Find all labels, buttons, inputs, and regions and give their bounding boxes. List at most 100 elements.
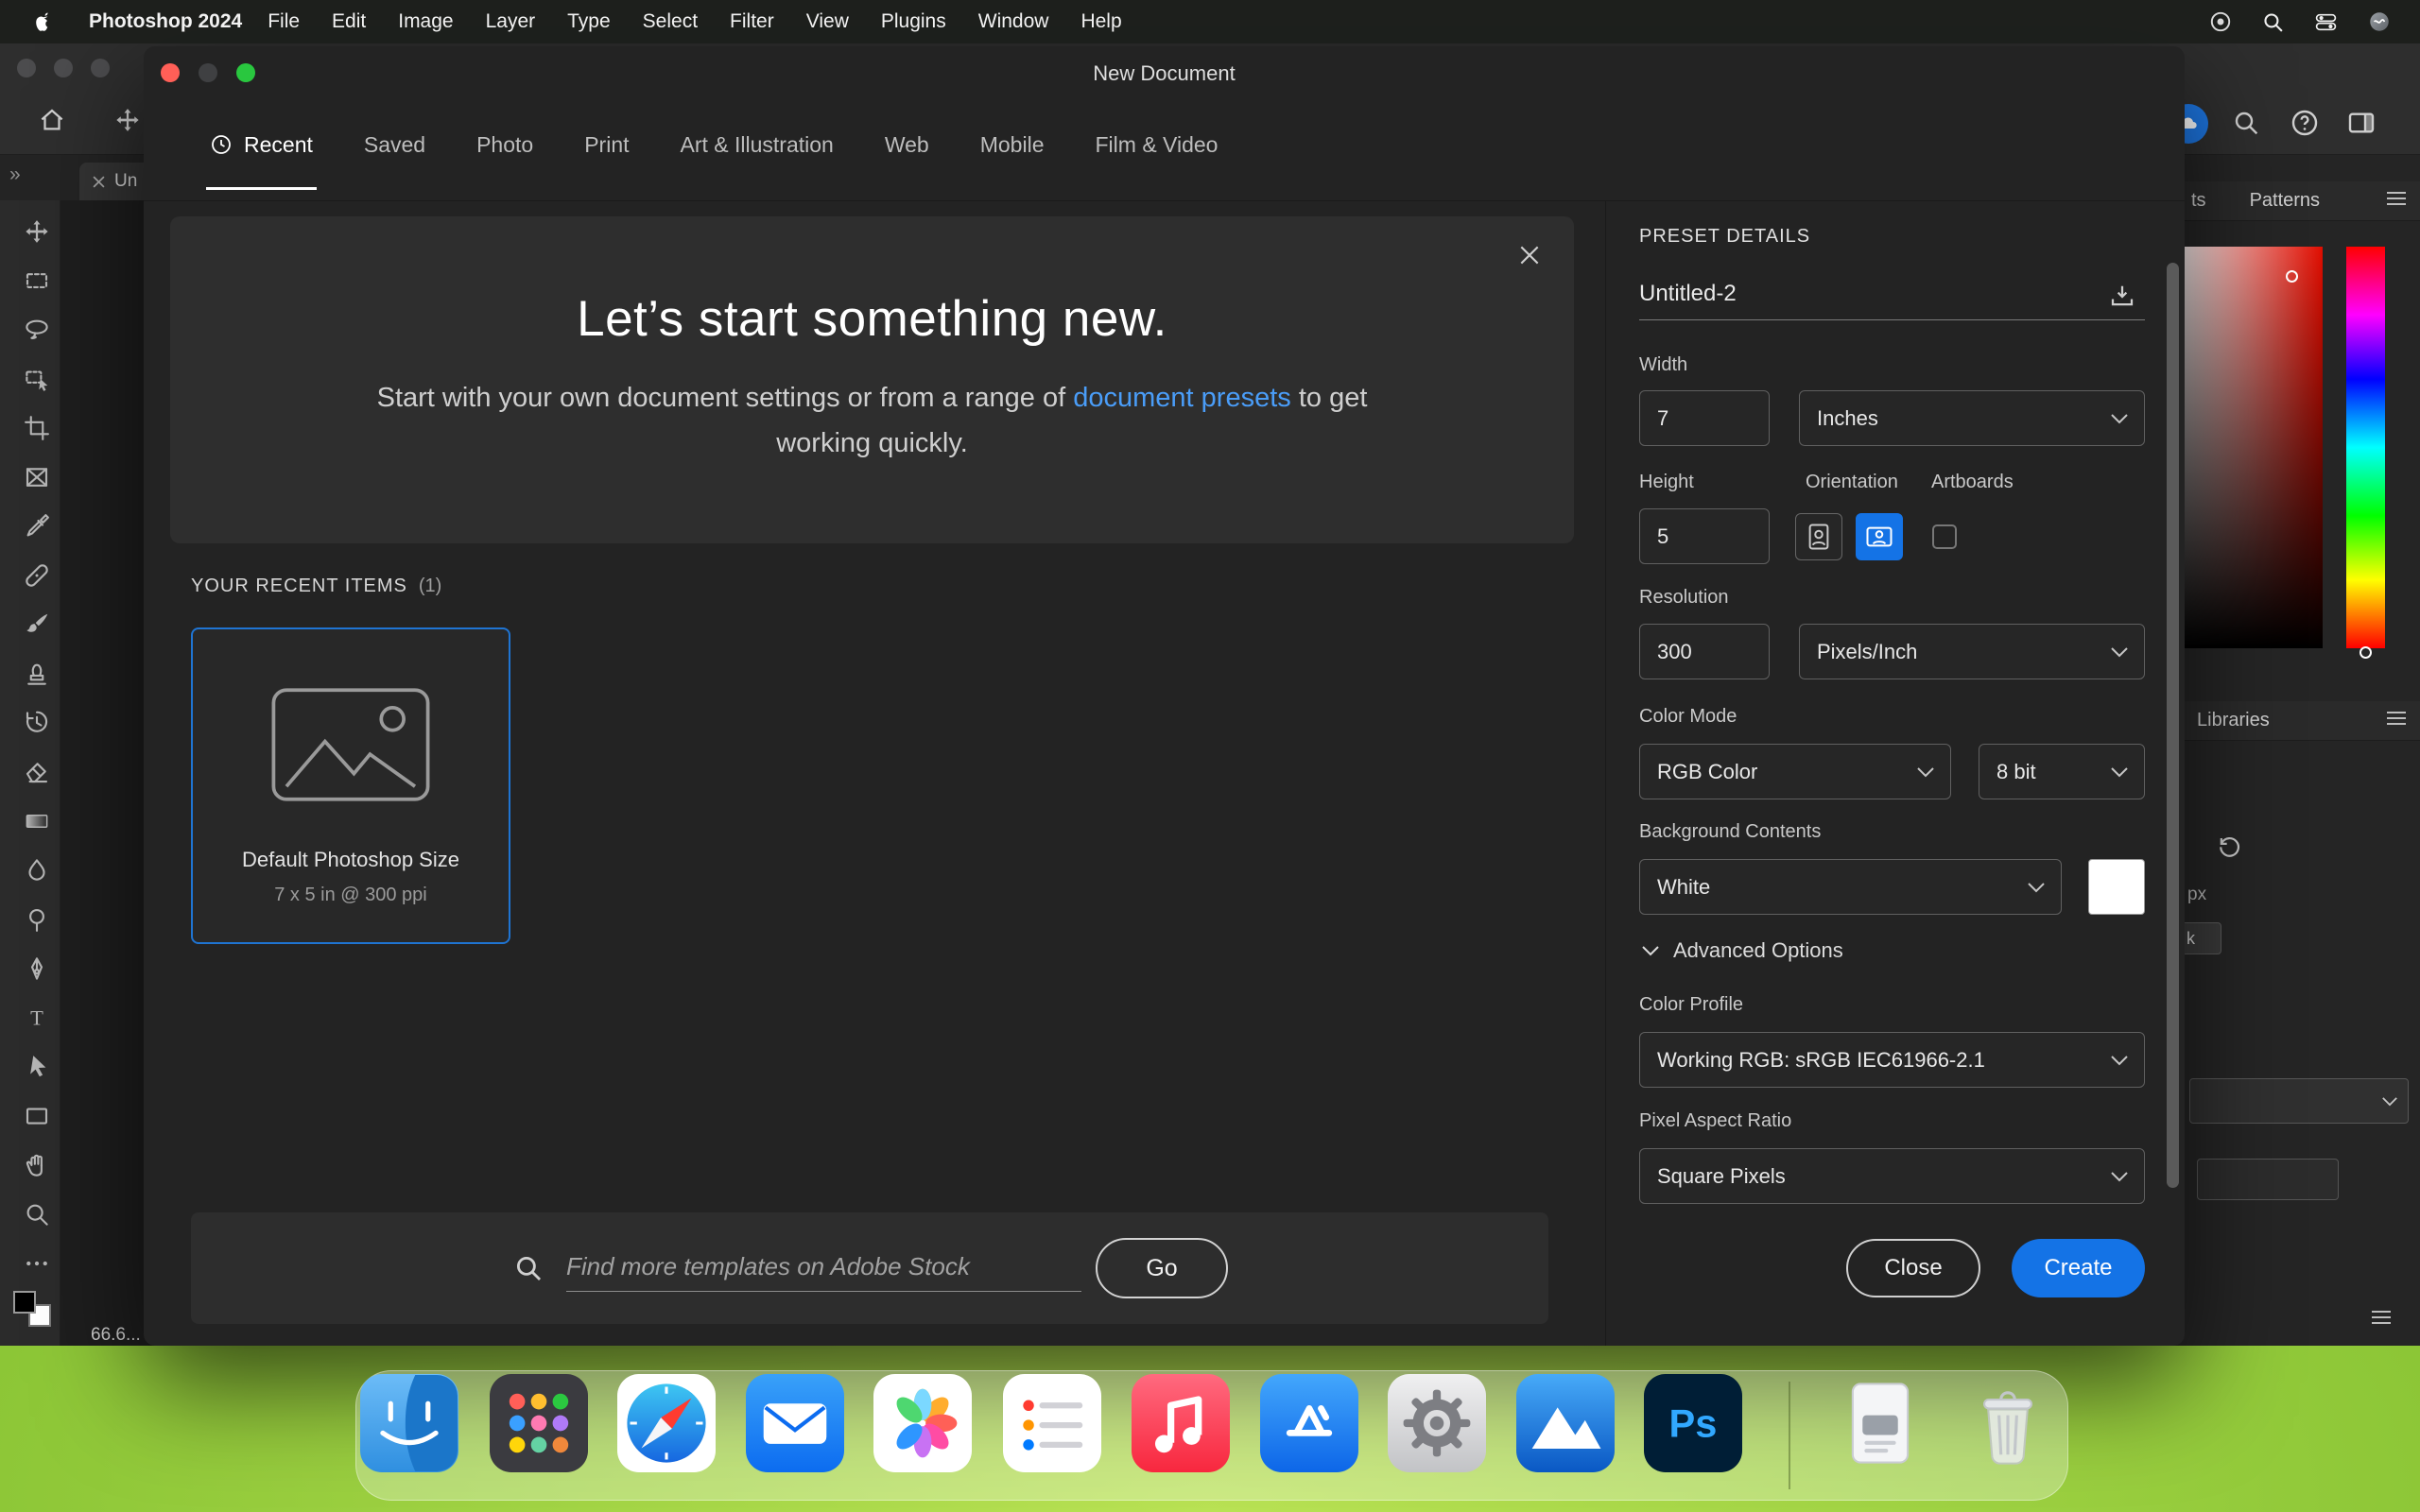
- libraries-menu-icon[interactable]: [2386, 710, 2407, 731]
- unit-dropdown[interactable]: Inches: [1799, 390, 2145, 446]
- template-search-input[interactable]: [566, 1243, 1081, 1292]
- gradients-tab-partial[interactable]: ts: [2191, 190, 2206, 212]
- help-icon[interactable]: [2290, 108, 2320, 143]
- menu-extra-icon[interactable]: [2208, 9, 2233, 34]
- document-dock-icon[interactable]: [1831, 1374, 1929, 1472]
- blue-mountains-app-dock-icon[interactable]: [1516, 1374, 1615, 1472]
- pixel-aspect-ratio-dropdown[interactable]: Square Pixels: [1639, 1148, 2145, 1204]
- tab-photo[interactable]: Photo: [476, 132, 533, 158]
- window-minimize-button[interactable]: [54, 59, 73, 77]
- menu-item-select[interactable]: Select: [627, 10, 714, 33]
- hue-slider-marker[interactable]: [2360, 646, 2372, 659]
- save-preset-icon[interactable]: [2108, 283, 2136, 316]
- clone-stamp-tool[interactable]: [15, 653, 59, 695]
- lasso-tool[interactable]: [15, 309, 59, 351]
- artboards-checkbox[interactable]: [1932, 524, 1957, 549]
- search-icon[interactable]: [2231, 108, 2261, 143]
- resolution-input[interactable]: 300: [1639, 624, 1770, 679]
- frame-tool[interactable]: [15, 456, 59, 498]
- foreground-color-chip[interactable]: [13, 1291, 36, 1314]
- menu-item-layer[interactable]: Layer: [470, 10, 552, 33]
- color-mode-dropdown[interactable]: RGB Color: [1639, 744, 1951, 799]
- hue-slider[interactable]: [2346, 247, 2385, 648]
- safari-dock-icon[interactable]: [617, 1374, 716, 1472]
- marquee-tool[interactable]: [15, 260, 59, 301]
- close-tab-icon[interactable]: [93, 175, 105, 188]
- panel-menu-icon[interactable]: [2386, 190, 2407, 212]
- control-center-icon[interactable]: [2313, 10, 2339, 34]
- zoom-tool[interactable]: [15, 1194, 59, 1235]
- menu-item-window[interactable]: Window: [962, 10, 1065, 33]
- tab-web[interactable]: Web: [885, 132, 929, 158]
- tab-film-video[interactable]: Film & Video: [1096, 132, 1219, 158]
- photos-dock-icon[interactable]: [873, 1374, 972, 1472]
- panel-toggle-icon[interactable]: [2346, 108, 2377, 143]
- color-picker-marker[interactable]: [2286, 270, 2298, 283]
- siri-icon[interactable]: [2367, 9, 2392, 34]
- move-tool[interactable]: [15, 211, 59, 252]
- background-color-swatch[interactable]: [2088, 859, 2145, 915]
- height-input[interactable]: 5: [1639, 508, 1770, 564]
- menu-item-file[interactable]: File: [251, 10, 316, 33]
- trash-dock-icon[interactable]: [1959, 1374, 2057, 1472]
- partial-dropdown[interactable]: [2189, 1078, 2409, 1124]
- home-icon[interactable]: [38, 106, 66, 139]
- dodge-tool[interactable]: [15, 899, 59, 940]
- tools-collapse-chevron-icon[interactable]: »: [9, 163, 21, 186]
- menu-item-help[interactable]: Help: [1064, 10, 1137, 33]
- spotlight-search-icon[interactable]: [2261, 10, 2285, 34]
- eyedropper-tool[interactable]: [15, 506, 59, 547]
- go-button[interactable]: Go: [1096, 1238, 1228, 1298]
- object-selection-tool[interactable]: [15, 358, 59, 400]
- hand-tool[interactable]: [15, 1144, 59, 1186]
- system-settings-dock-icon[interactable]: [1388, 1374, 1486, 1472]
- color-profile-dropdown[interactable]: Working RGB: sRGB IEC61966-2.1: [1639, 1032, 2145, 1088]
- menu-app-name[interactable]: Photoshop 2024: [79, 10, 251, 33]
- eraser-tool[interactable]: [15, 751, 59, 793]
- mail-dock-icon[interactable]: [746, 1374, 844, 1472]
- menu-item-view[interactable]: View: [790, 10, 865, 33]
- document-presets-link[interactable]: document presets: [1073, 383, 1291, 413]
- launchpad-dock-icon[interactable]: [490, 1374, 588, 1472]
- menu-item-type[interactable]: Type: [551, 10, 627, 33]
- close-button[interactable]: Close: [1846, 1239, 1980, 1297]
- recent-preset-card[interactable]: Default Photoshop Size 7 x 5 in @ 300 pp…: [191, 627, 510, 944]
- orientation-landscape-button[interactable]: [1856, 513, 1903, 560]
- window-close-button[interactable]: [17, 59, 36, 77]
- menu-item-edit[interactable]: Edit: [316, 10, 382, 33]
- window-zoom-button[interactable]: [91, 59, 110, 77]
- finder-dock-icon[interactable]: [360, 1374, 458, 1472]
- menu-item-image[interactable]: Image: [382, 10, 469, 33]
- zoom-level-text[interactable]: 66.6...: [91, 1325, 141, 1346]
- photoshop-dock-icon[interactable]: Ps: [1644, 1374, 1742, 1472]
- history-brush-tool[interactable]: [15, 702, 59, 744]
- bit-depth-dropdown[interactable]: 8 bit: [1979, 744, 2145, 799]
- document-name-field[interactable]: Untitled-2: [1639, 281, 2145, 320]
- apple-menu-icon[interactable]: [34, 9, 55, 34]
- color-saturation-square[interactable]: [2176, 247, 2323, 648]
- path-selection-tool[interactable]: [15, 1046, 59, 1088]
- bottom-panel-menu-icon[interactable]: [2371, 1310, 2392, 1330]
- partial-field[interactable]: [2197, 1159, 2339, 1200]
- tab-print[interactable]: Print: [584, 132, 629, 158]
- advanced-options-toggle[interactable]: Advanced Options: [1641, 938, 1843, 963]
- patterns-tab[interactable]: Patterns: [2250, 190, 2320, 212]
- pen-tool[interactable]: [15, 948, 59, 989]
- panel-scrollbar[interactable]: [2167, 263, 2179, 1188]
- reset-icon[interactable]: [2216, 832, 2242, 863]
- app-store-dock-icon[interactable]: [1260, 1374, 1358, 1472]
- crop-tool[interactable]: [15, 407, 59, 449]
- reminders-dock-icon[interactable]: [1003, 1374, 1101, 1472]
- blur-tool[interactable]: [15, 850, 59, 891]
- type-tool[interactable]: T: [15, 997, 59, 1039]
- resolution-unit-dropdown[interactable]: Pixels/Inch: [1799, 624, 2145, 679]
- tab-mobile[interactable]: Mobile: [980, 132, 1045, 158]
- width-input[interactable]: 7: [1639, 390, 1770, 446]
- hero-close-icon[interactable]: [1517, 243, 1542, 272]
- move-tool-option-icon[interactable]: [113, 106, 142, 139]
- orientation-portrait-button[interactable]: [1795, 513, 1842, 560]
- healing-brush-tool[interactable]: [15, 555, 59, 596]
- gradient-tool[interactable]: [15, 800, 59, 842]
- tab-art-illustration[interactable]: Art & Illustration: [681, 132, 834, 158]
- rectangle-tool[interactable]: [15, 1095, 59, 1137]
